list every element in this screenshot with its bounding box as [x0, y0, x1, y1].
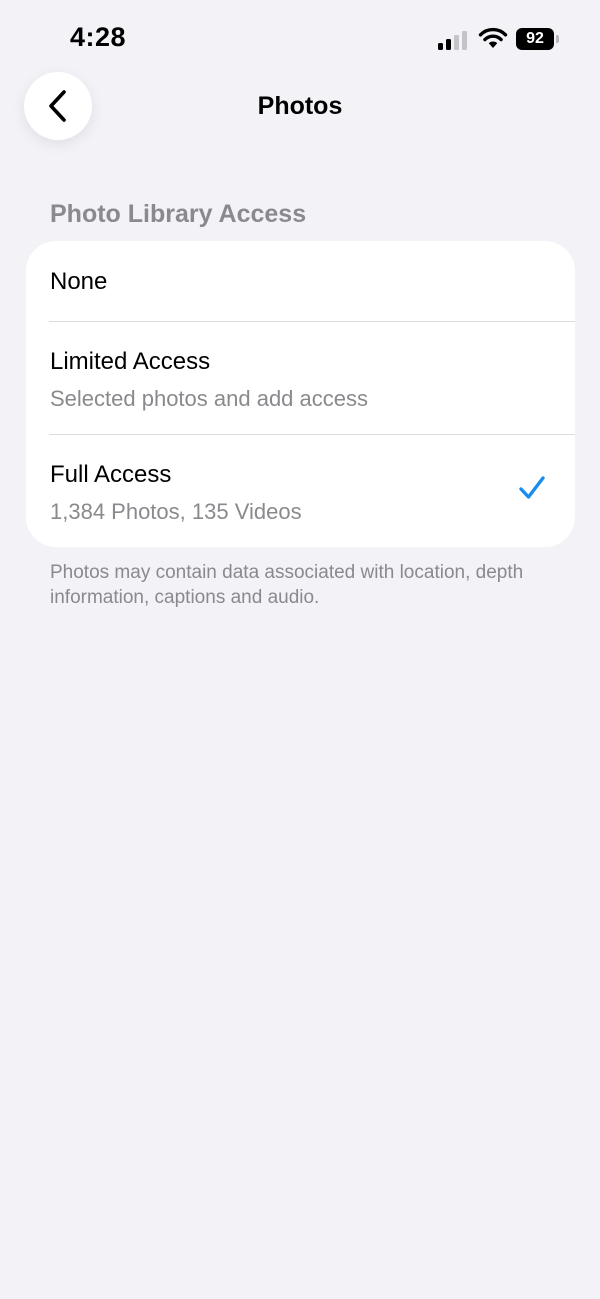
status-bar: 4:28 92 [0, 0, 600, 80]
option-full-access[interactable]: Full Access 1,384 Photos, 135 Videos [26, 435, 575, 547]
checkmark-icon [519, 476, 545, 499]
option-none[interactable]: None [26, 241, 575, 321]
page-title: Photos [257, 92, 343, 120]
option-subtitle: 1,384 Photos, 135 Videos [50, 499, 302, 524]
wifi-icon [478, 26, 508, 50]
option-subtitle: Selected photos and add access [50, 386, 369, 411]
battery-icon: 92 [516, 28, 559, 50]
footnote: Photos may contain data associated with … [50, 562, 524, 608]
option-title: Full Access [50, 461, 172, 488]
status-time: 4:28 [70, 22, 127, 52]
option-limited-access[interactable]: Limited Access Selected photos and add a… [26, 322, 575, 434]
section-header: Photo Library Access [50, 200, 307, 228]
battery-level: 92 [516, 28, 554, 50]
battery-cap [556, 35, 559, 43]
cellular-signal-icon [438, 30, 470, 50]
option-title: None [50, 268, 108, 295]
access-options-card: None Limited Access Selected photos and … [26, 241, 575, 547]
option-title: Limited Access [50, 348, 211, 375]
